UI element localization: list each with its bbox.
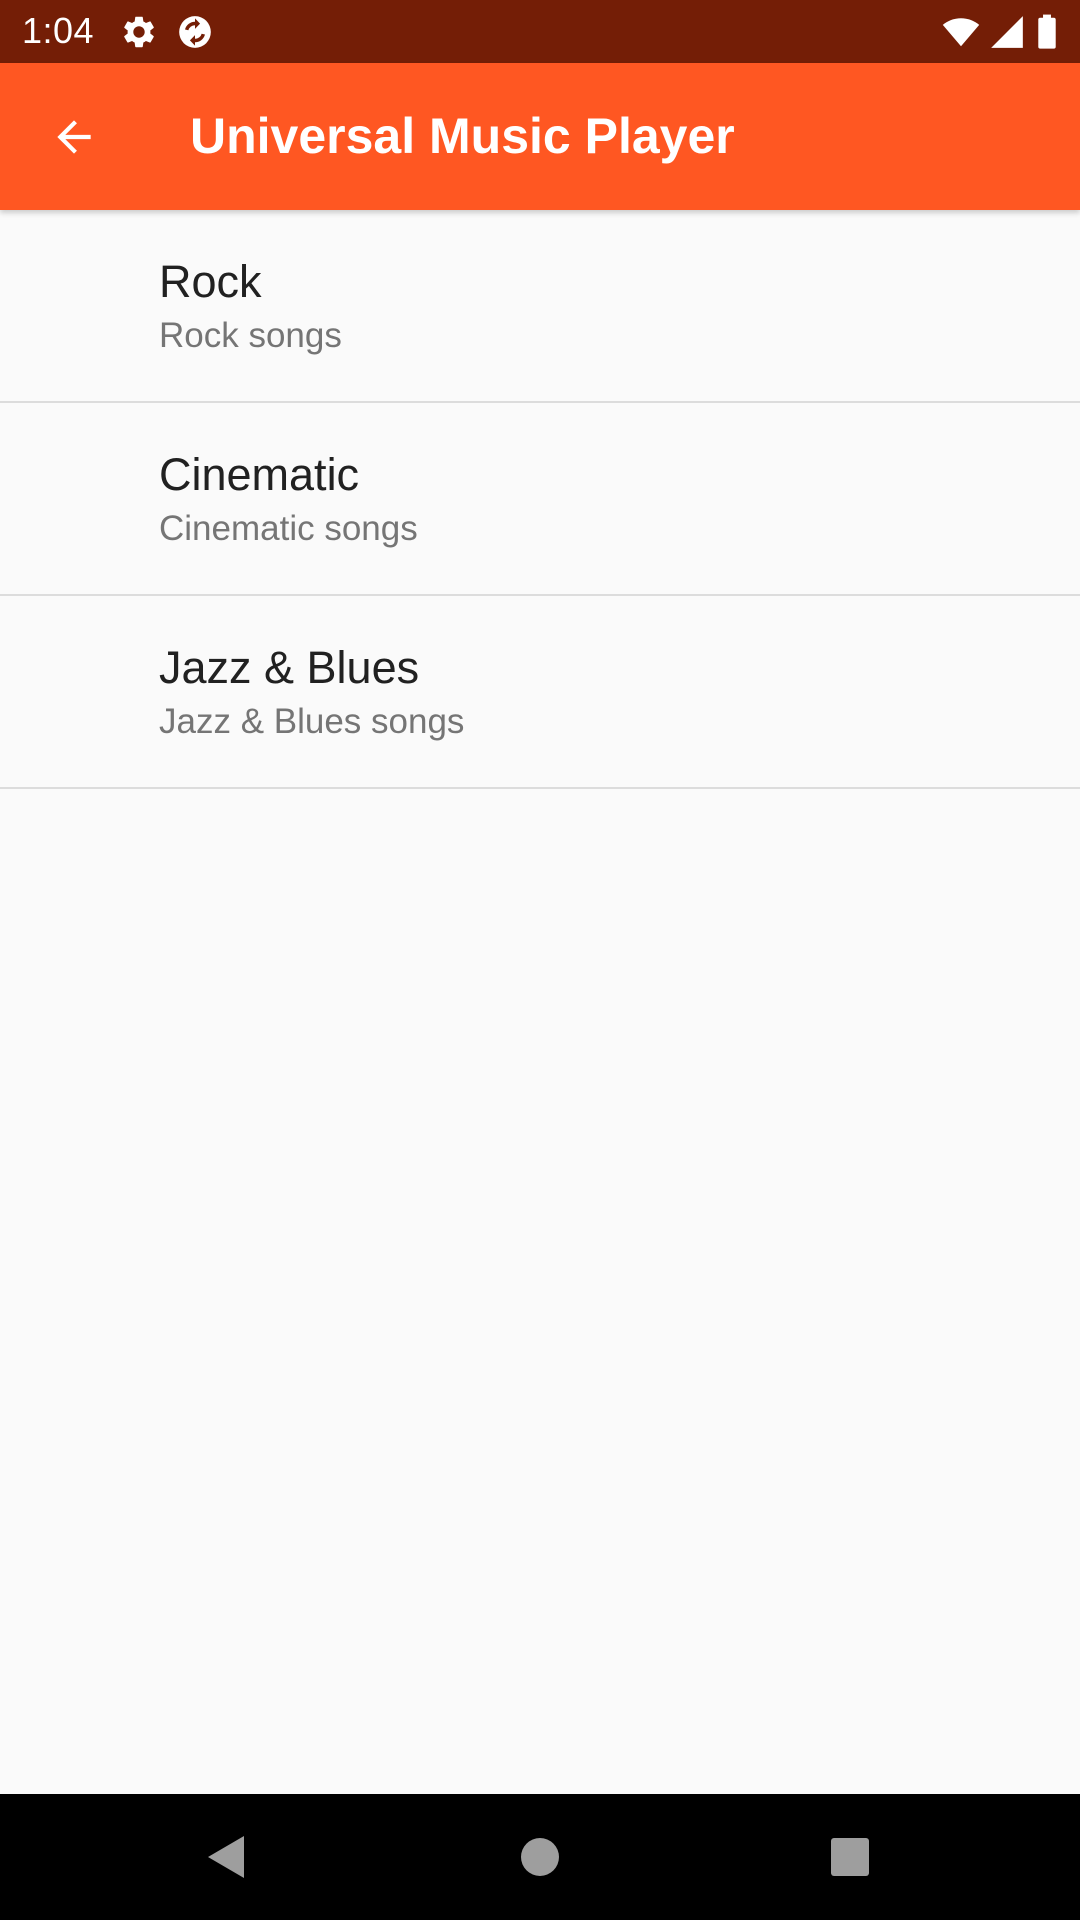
wifi-icon — [942, 13, 980, 51]
nav-home-button[interactable] — [500, 1817, 580, 1897]
list-item-title: Cinematic — [159, 449, 360, 500]
recents-square-icon — [831, 1838, 869, 1876]
list-item-subtitle: Jazz & Blues songs — [159, 702, 465, 741]
list-item-title: Jazz & Blues — [159, 642, 420, 693]
back-triangle-icon — [208, 1836, 244, 1878]
navigation-bar — [0, 1794, 1080, 1920]
nav-back-button[interactable] — [186, 1817, 266, 1897]
sync-icon — [176, 13, 214, 51]
back-button[interactable] — [38, 106, 110, 168]
list-item-rock[interactable]: Rock Rock songs — [0, 210, 1080, 403]
list-item-subtitle: Rock songs — [159, 316, 342, 355]
page-title: Universal Music Player — [190, 108, 735, 164]
app-bar: Universal Music Player — [0, 63, 1080, 210]
arrow-back-icon — [57, 120, 91, 154]
category-list: Rock Rock songs Cinematic Cinematic song… — [0, 210, 1080, 789]
screen: 1:04 Universal Music Player Rock Rock so… — [0, 0, 1080, 1920]
list-item-cinematic[interactable]: Cinematic Cinematic songs — [0, 403, 1080, 596]
signal-icon — [988, 13, 1026, 51]
list-item-subtitle: Cinematic songs — [159, 509, 418, 548]
status-time: 1:04 — [22, 10, 95, 51]
list-item-title: Rock — [159, 256, 262, 307]
status-bar: 1:04 — [0, 0, 1080, 63]
nav-recents-button[interactable] — [810, 1817, 890, 1897]
list-item-jazz-blues[interactable]: Jazz & Blues Jazz & Blues songs — [0, 596, 1080, 789]
gear-icon — [120, 13, 158, 51]
home-circle-icon — [521, 1838, 559, 1876]
battery-icon — [1034, 13, 1060, 51]
